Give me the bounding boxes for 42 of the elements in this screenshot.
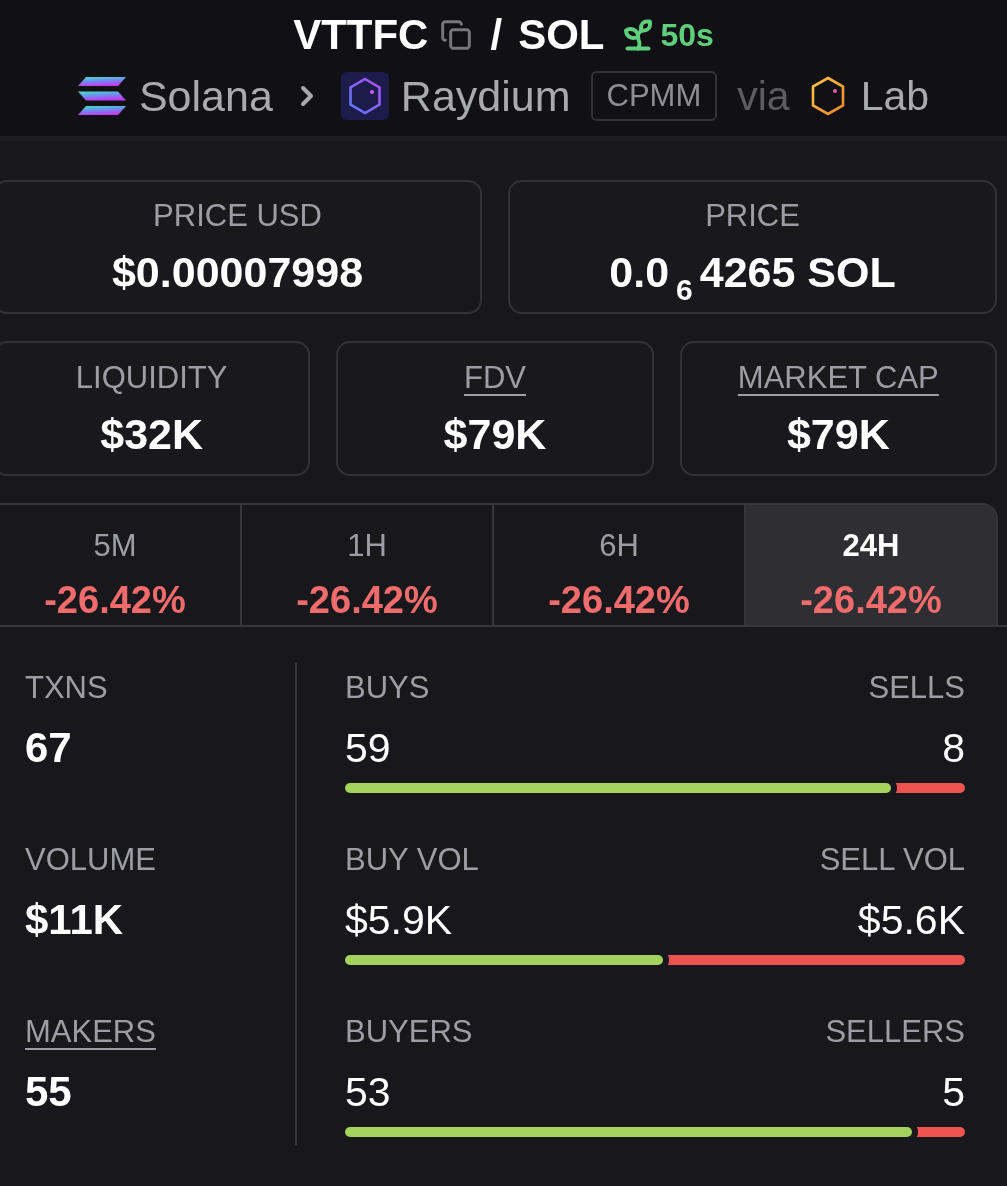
buy-label: BUY VOL — [345, 842, 479, 878]
stat-label: TXNS — [25, 670, 108, 706]
stat-value: $0.00007998 — [111, 247, 364, 296]
stat-value: $79K — [443, 409, 547, 458]
hexagon-icon — [809, 76, 846, 116]
stat-value: $11K — [25, 896, 124, 944]
stat-label: VOLUME — [25, 842, 156, 878]
stat-value: $32K — [100, 409, 204, 458]
sell-label: SELL VOL — [819, 842, 965, 878]
copy-icon — [440, 19, 473, 51]
stat-label: PRICE — [705, 197, 800, 234]
timeframe-tab[interactable]: 24H -26.42% — [746, 504, 996, 625]
buy-value: 59 — [345, 724, 391, 772]
stat-label[interactable]: MAKERS — [25, 1014, 156, 1050]
hexagon-tile-icon — [340, 72, 389, 120]
stat-value: 67 — [25, 724, 72, 772]
stat-value: $79K — [786, 409, 890, 458]
via-text: via — [737, 72, 790, 121]
token-symbol: VTTFC — [293, 10, 429, 60]
sell-value: 5 — [942, 1068, 965, 1116]
chain-link[interactable]: Solana — [138, 70, 273, 122]
pool-type-badge: CPMM — [590, 71, 718, 121]
stat-label[interactable]: FDV — [464, 359, 526, 396]
buy-value: 53 — [345, 1068, 391, 1116]
stat-value: 55 — [25, 1068, 72, 1116]
sell-label: SELLS — [868, 670, 965, 706]
dex-link[interactable]: Raydium — [400, 70, 571, 122]
stat-label: LIQUIDITY — [75, 359, 228, 396]
buy-label: BUYS — [345, 670, 430, 706]
buy-value: $5.9K — [345, 896, 453, 944]
sell-label: SELLERS — [825, 1014, 965, 1050]
sell-value: 8 — [942, 724, 965, 772]
stripes-logo-icon — [77, 77, 126, 115]
buy-label: BUYERS — [345, 1014, 473, 1050]
quote-symbol: SOL — [518, 10, 605, 60]
pair-age: 50s — [660, 16, 714, 55]
launchpad-link[interactable]: Lab — [860, 70, 930, 122]
copy-button[interactable] — [440, 19, 473, 51]
pair-separator: / — [490, 10, 503, 60]
stat-label[interactable]: MARKET CAP — [737, 359, 939, 396]
sell-value: $5.6K — [857, 896, 965, 944]
stat-label: PRICE USD — [153, 197, 322, 234]
